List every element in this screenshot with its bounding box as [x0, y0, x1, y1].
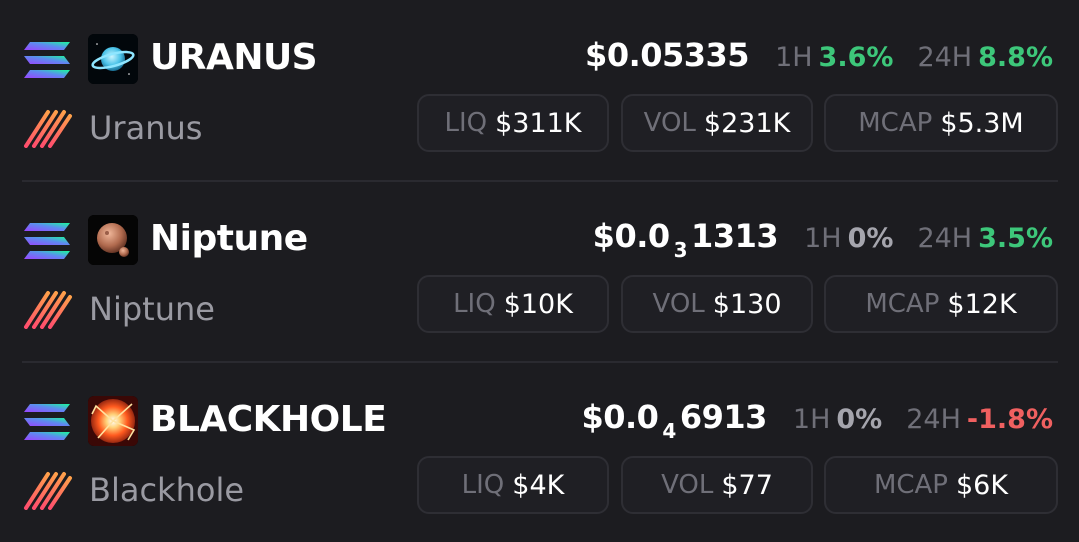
token-row[interactable]: Niptune Niptune $0.0 3 1313 1H 0% 24H 3.5%…	[0, 181, 1079, 361]
solana-icon	[24, 223, 70, 259]
token-ticker: URANUS	[150, 37, 318, 78]
volume-badge: VOL $130	[621, 275, 813, 333]
mcap-value: $5.3M	[940, 107, 1024, 139]
solana-icon	[24, 404, 70, 440]
mcap-value: $12K	[947, 288, 1017, 320]
dex-stripes-icon	[24, 291, 72, 329]
liquidity-badge: LIQ $10K	[417, 275, 609, 333]
vol-label: VOL	[652, 289, 705, 319]
token-row[interactable]: URANUS Uranus $0.05335 1H 3.6% 24H 8.8% …	[0, 0, 1079, 180]
change-1h-label: 1H	[792, 404, 831, 435]
mcap-badge: MCAP $5.3M	[824, 94, 1058, 152]
planet-icon	[88, 34, 138, 84]
liq-label: LIQ	[453, 289, 496, 319]
liq-value: $311K	[495, 107, 582, 139]
token-ticker: BLACKHOLE	[150, 399, 387, 440]
token-row[interactable]: BLACKHOLE Blackhole $0.0 4 6913 1H 0% 24H …	[0, 362, 1079, 542]
dex-stripes-icon	[24, 472, 72, 510]
mcap-value: $6K	[956, 469, 1009, 501]
token-price: $0.0 3 1313	[592, 217, 779, 262]
change-24h-value: 8.8%	[978, 42, 1053, 73]
token-name: Uranus	[89, 109, 203, 147]
solana-icon	[24, 42, 70, 78]
token-list: URANUS Uranus $0.05335 1H 3.6% 24H 8.8% …	[0, 0, 1079, 534]
vol-value: $130	[712, 288, 782, 320]
token-ticker: Niptune	[150, 218, 308, 259]
mcap-label: MCAP	[865, 289, 940, 319]
volume-badge: VOL $231K	[621, 94, 813, 152]
price-info: $0.0 4 6913 1H 0% 24H -1.8%	[581, 398, 1053, 443]
change-1h-value: 0%	[836, 404, 883, 435]
dex-stripes-icon	[24, 110, 72, 148]
blackhole-icon	[88, 396, 138, 446]
volume-badge: VOL $77	[621, 456, 813, 514]
change-1h-value: 0%	[847, 223, 894, 254]
price-info: $0.0 3 1313 1H 0% 24H 3.5%	[592, 217, 1053, 262]
mcap-label: MCAP	[858, 108, 933, 138]
token-name: Blackhole	[89, 471, 245, 509]
change-1h-label: 1H	[775, 42, 813, 73]
planet-icon	[88, 215, 138, 265]
token-price: $0.0 4 6913	[581, 398, 767, 443]
vol-value: $77	[721, 469, 773, 501]
mcap-badge: MCAP $6K	[824, 456, 1058, 514]
token-price: $0.05335	[585, 36, 750, 74]
change-1h-value: 3.6%	[818, 42, 894, 73]
liq-value: $4K	[512, 469, 565, 501]
price-info: $0.05335 1H 3.6% 24H 8.8%	[585, 36, 1053, 80]
liq-label: LIQ	[444, 108, 488, 138]
change-24h-label: 24H	[917, 223, 973, 254]
change-24h-value: 3.5%	[978, 223, 1053, 254]
token-name: Niptune	[89, 290, 215, 328]
change-24h-label: 24H	[917, 42, 973, 73]
change-1h-label: 1H	[804, 223, 842, 254]
liquidity-badge: LIQ $4K	[417, 456, 609, 514]
change-24h-label: 24H	[906, 404, 961, 435]
mcap-badge: MCAP $12K	[824, 275, 1058, 333]
liq-label: LIQ	[461, 470, 505, 500]
change-24h-value: -1.8%	[966, 404, 1053, 435]
vol-label: VOL	[643, 108, 696, 138]
liq-value: $10K	[503, 288, 573, 320]
vol-label: VOL	[661, 470, 714, 500]
vol-value: $231K	[703, 107, 791, 139]
mcap-label: MCAP	[873, 470, 948, 500]
liquidity-badge: LIQ $311K	[417, 94, 609, 152]
